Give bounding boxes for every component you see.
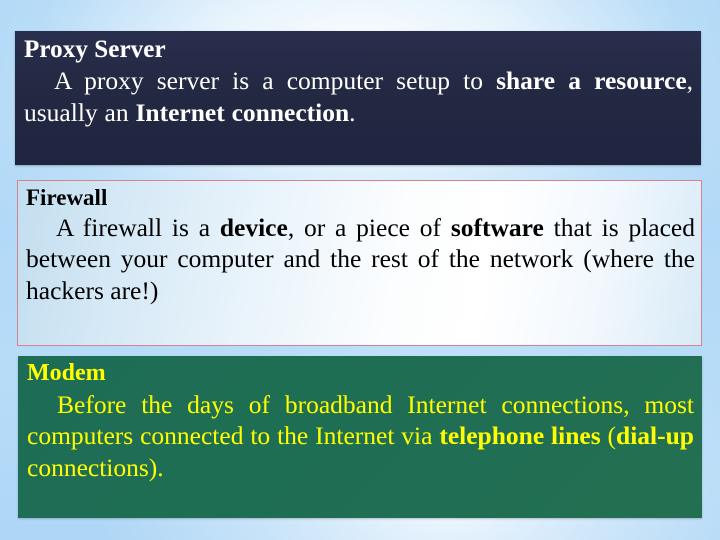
- plain-text: A firewall is a: [56, 212, 220, 242]
- emphasis-text: dial-up: [616, 421, 694, 451]
- proxy-server-card: Proxy Server A proxy server is a compute…: [15, 31, 701, 165]
- plain-text: , or a piece of: [287, 212, 451, 242]
- emphasis-text: software: [450, 212, 544, 242]
- modem-heading: Modem: [27, 360, 106, 386]
- slide-canvas: Proxy Server A proxy server is a compute…: [0, 0, 720, 540]
- emphasis-text: device: [219, 212, 288, 242]
- proxy-server-heading: Proxy Server: [24, 36, 166, 63]
- plain-text: (: [600, 421, 617, 451]
- emphasis-text: telephone lines: [439, 421, 601, 451]
- modem-body: Before the days of broadband Internet co…: [27, 389, 694, 485]
- firewall-card: Firewall A firewall is a device, or a pi…: [17, 180, 702, 346]
- firewall-body: A firewall is a device, or a piece of so…: [26, 212, 695, 308]
- plain-text: connections).: [27, 453, 164, 483]
- proxy-server-body: A proxy server is a computer setup to sh…: [24, 65, 693, 129]
- plain-text: A proxy server is a computer setup to: [54, 66, 497, 95]
- emphasis-text: Internet connection: [135, 97, 350, 127]
- modem-card: Modem Before the days of broadband Inter…: [18, 356, 702, 518]
- emphasis-text: share a resource: [496, 66, 687, 95]
- plain-text: .: [349, 97, 356, 127]
- firewall-heading: Firewall: [26, 185, 108, 210]
